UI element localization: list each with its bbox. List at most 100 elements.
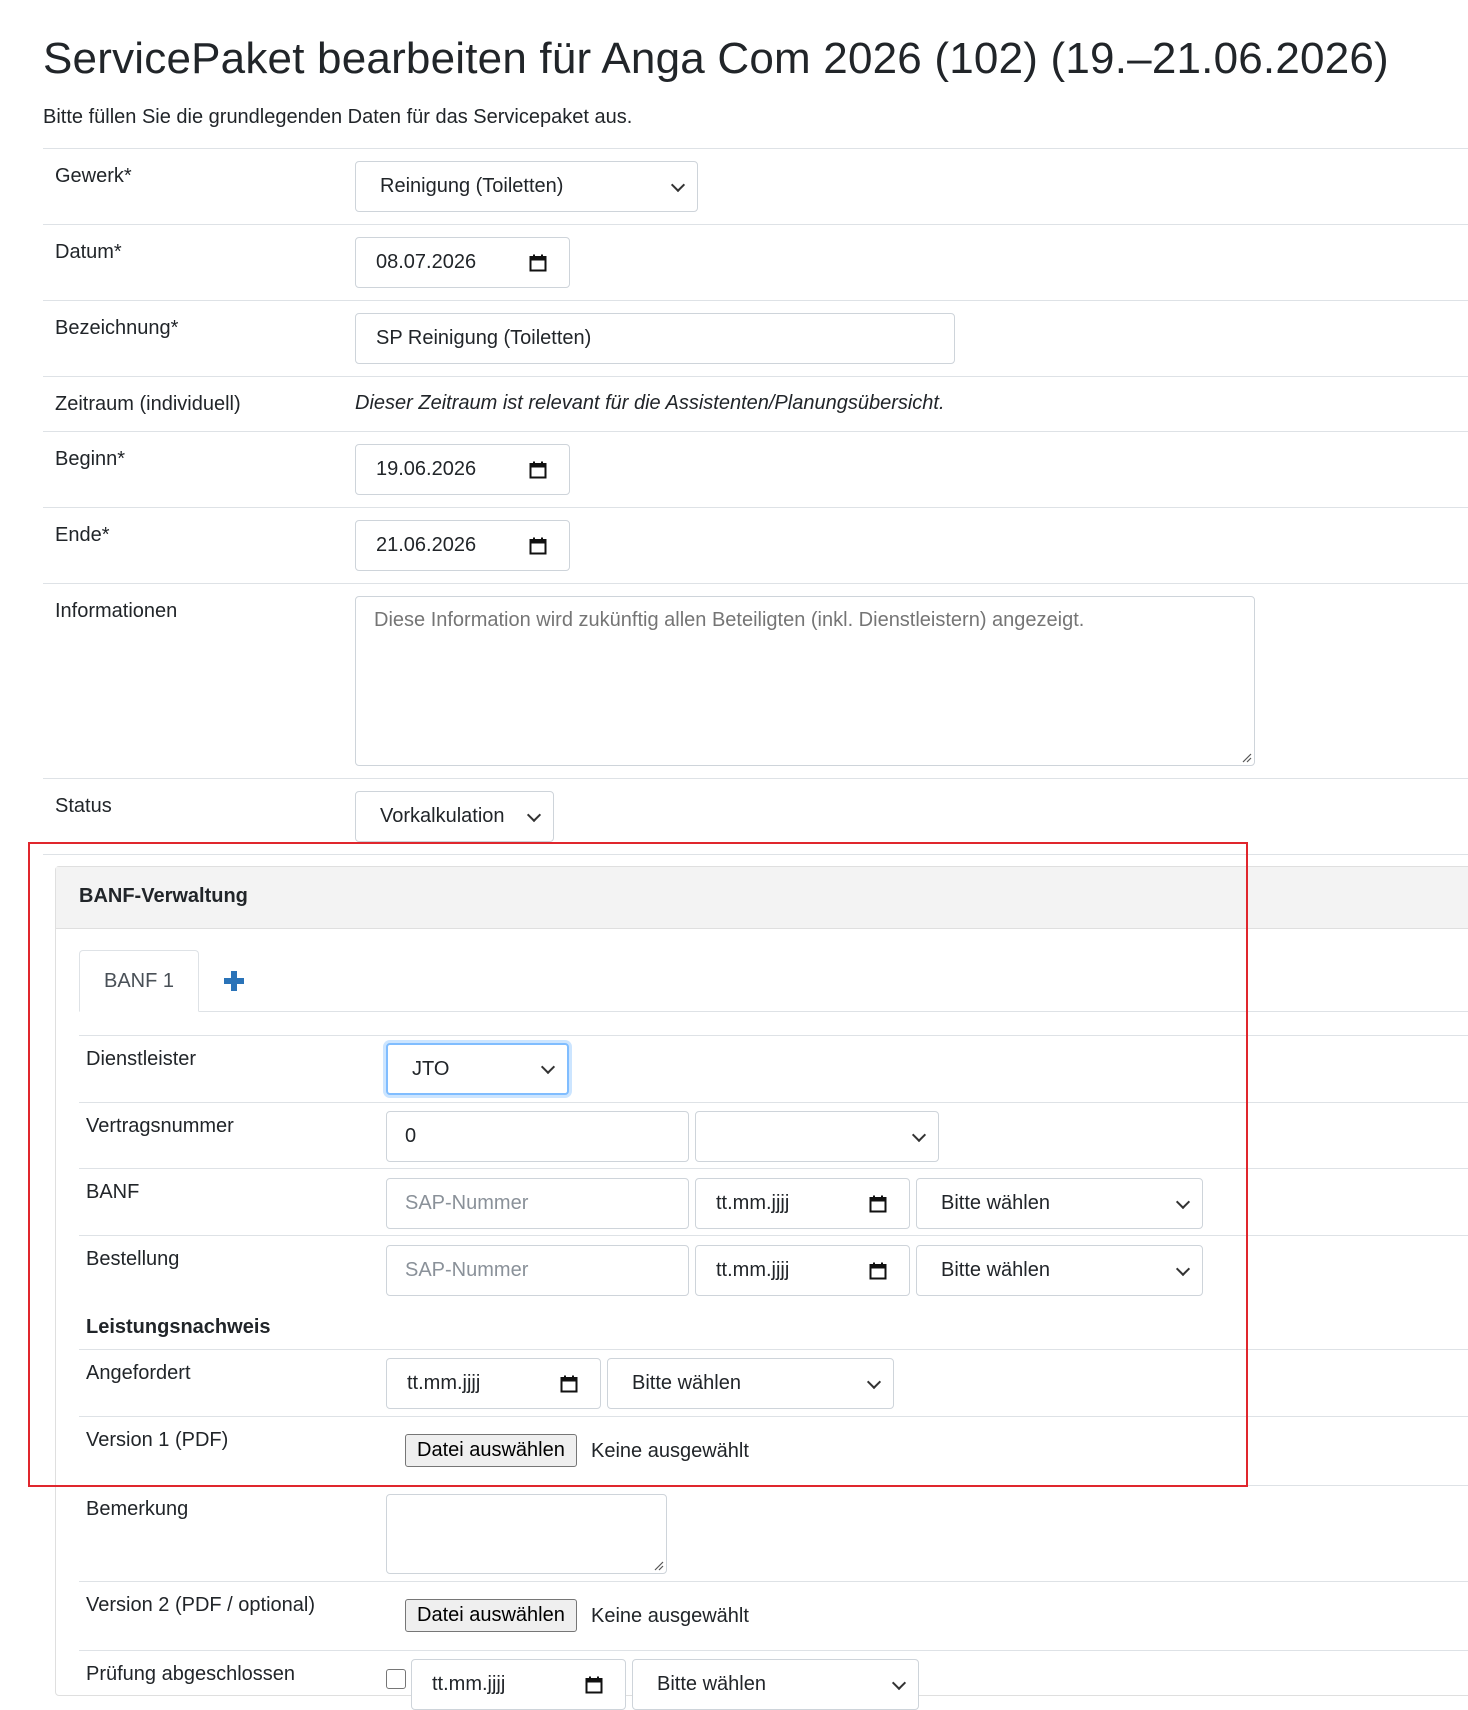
gewerk-value: Reinigung (Toiletten) [380,175,564,197]
banf-sap-input[interactable]: SAP-Nummer [386,1178,689,1229]
banf-label: BANF [86,1181,140,1203]
calendar-icon[interactable] [869,1262,887,1280]
angefordert-date-placeholder: tt.mm.jjjj [407,1372,481,1394]
version1-file-status: Keine ausgewählt [591,1440,749,1462]
banf-status-value: Bitte wählen [941,1192,1050,1214]
ende-label: Ende* [55,524,110,546]
calendar-icon[interactable] [869,1195,887,1213]
bezeichnung-input[interactable]: SP Reinigung (Toiletten) [355,313,955,364]
divider [79,1416,1468,1417]
tab-label: BANF 1 [103,969,175,992]
divider [79,1650,1468,1651]
bestellung-sap-placeholder: SAP-Nummer [405,1259,529,1281]
banf-card-header [56,867,1468,929]
divider [43,224,1468,225]
calendar-icon[interactable] [560,1375,578,1393]
version2-file-button[interactable]: Datei auswählen [405,1599,577,1632]
plus-icon[interactable] [222,969,246,993]
divider [79,1168,1468,1169]
divider [79,1035,1468,1036]
chevron-down-icon [911,1127,927,1142]
pruefung-status-select[interactable]: Bitte wählen [632,1659,919,1710]
chevron-down-icon [1175,1194,1191,1209]
calendar-icon[interactable] [529,537,547,555]
bestellung-status-select[interactable]: Bitte wählen [916,1245,1203,1296]
angefordert-date-input[interactable]: tt.mm.jjjj [386,1358,601,1409]
datum-date-input[interactable]: 08.07.2026 [355,237,570,288]
chevron-down-icon [670,177,686,192]
ende-value: 21.06.2026 [376,534,477,556]
version1-file-button[interactable]: Datei auswählen [405,1434,577,1467]
divider [43,431,1468,432]
chevron-down-icon [891,1675,907,1690]
banf-card-title: BANF-Verwaltung [79,885,248,907]
datum-value: 08.07.2026 [376,251,477,273]
informationen-label: Informationen [55,600,178,622]
pruefung-checkbox[interactable] [386,1669,406,1689]
page: ServicePaket bearbeiten für Anga Com 202… [0,0,1468,1710]
informationen-textarea[interactable] [355,596,1255,766]
bemerkung-textarea[interactable] [386,1494,667,1574]
bestellung-date-placeholder: tt.mm.jjjj [716,1259,790,1281]
version1-label: Version 1 (PDF) [86,1429,229,1451]
status-label: Status [55,795,112,817]
version2-file-status: Keine ausgewählt [591,1605,749,1627]
page-title: ServicePaket bearbeiten für Anga Com 202… [43,34,1389,83]
resize-grip-icon[interactable] [652,1559,664,1571]
chevron-down-icon [866,1374,882,1389]
dienstleister-value: JTO [412,1057,450,1080]
divider [43,507,1468,508]
tabs-divider [79,1011,1468,1012]
status-value: Vorkalkulation [380,805,505,827]
leistungsnachweis-heading: Leistungsnachweis [86,1316,271,1338]
beginn-date-input[interactable]: 19.06.2026 [355,444,570,495]
calendar-icon[interactable] [585,1676,603,1694]
gewerk-select[interactable]: Reinigung (Toiletten) [355,161,698,212]
ende-date-input[interactable]: 21.06.2026 [355,520,570,571]
chevron-down-icon [1175,1261,1191,1276]
tab-banf-1[interactable]: BANF 1 [79,950,199,1012]
banf-date-input[interactable]: tt.mm.jjjj [695,1178,910,1229]
pruefung-label: Prüfung abgeschlossen [86,1663,296,1685]
pruefung-date-placeholder: tt.mm.jjjj [432,1673,506,1695]
calendar-icon[interactable] [529,254,547,272]
divider [43,778,1468,779]
gewerk-label: Gewerk* [55,165,132,187]
divider [43,376,1468,377]
zeitraum-label: Zeitraum (individuell) [55,393,241,415]
calendar-icon[interactable] [529,461,547,479]
divider [79,1235,1468,1236]
bezeichnung-value: SP Reinigung (Toiletten) [376,327,592,349]
divider [79,1485,1468,1486]
angefordert-label: Angefordert [86,1362,191,1384]
datum-label: Datum* [55,241,122,263]
dienstleister-select[interactable]: JTO [386,1043,569,1095]
divider [43,148,1468,149]
divider [43,583,1468,584]
beginn-value: 19.06.2026 [376,458,477,480]
vertragsnummer-value: 0 [405,1125,417,1147]
resize-grip-icon[interactable] [1240,751,1252,763]
angefordert-status-select[interactable]: Bitte wählen [607,1358,894,1409]
divider [79,1102,1468,1103]
zeitraum-note: Dieser Zeitraum ist relevant für die Ass… [355,392,945,414]
vertragsnummer-select[interactable] [695,1111,939,1162]
dienstleister-label: Dienstleister [86,1048,197,1070]
angefordert-status-value: Bitte wählen [632,1372,741,1394]
bemerkung-label: Bemerkung [86,1498,189,1520]
status-select[interactable]: Vorkalkulation [355,791,554,842]
vertragsnummer-input[interactable]: 0 [386,1111,689,1162]
chevron-down-icon [526,807,542,822]
vertragsnummer-label: Vertragsnummer [86,1115,234,1137]
pruefung-date-input[interactable]: tt.mm.jjjj [411,1659,626,1710]
page-intro: Bitte füllen Sie die grundlegenden Daten… [43,106,633,128]
divider [43,300,1468,301]
pruefung-status-value: Bitte wählen [657,1673,766,1695]
beginn-label: Beginn* [55,448,126,470]
bestellung-label: Bestellung [86,1248,180,1270]
banf-status-select[interactable]: Bitte wählen [916,1178,1203,1229]
divider [79,1581,1468,1582]
divider [43,854,1468,855]
bestellung-date-input[interactable]: tt.mm.jjjj [695,1245,910,1296]
bestellung-sap-input[interactable]: SAP-Nummer [386,1245,689,1296]
